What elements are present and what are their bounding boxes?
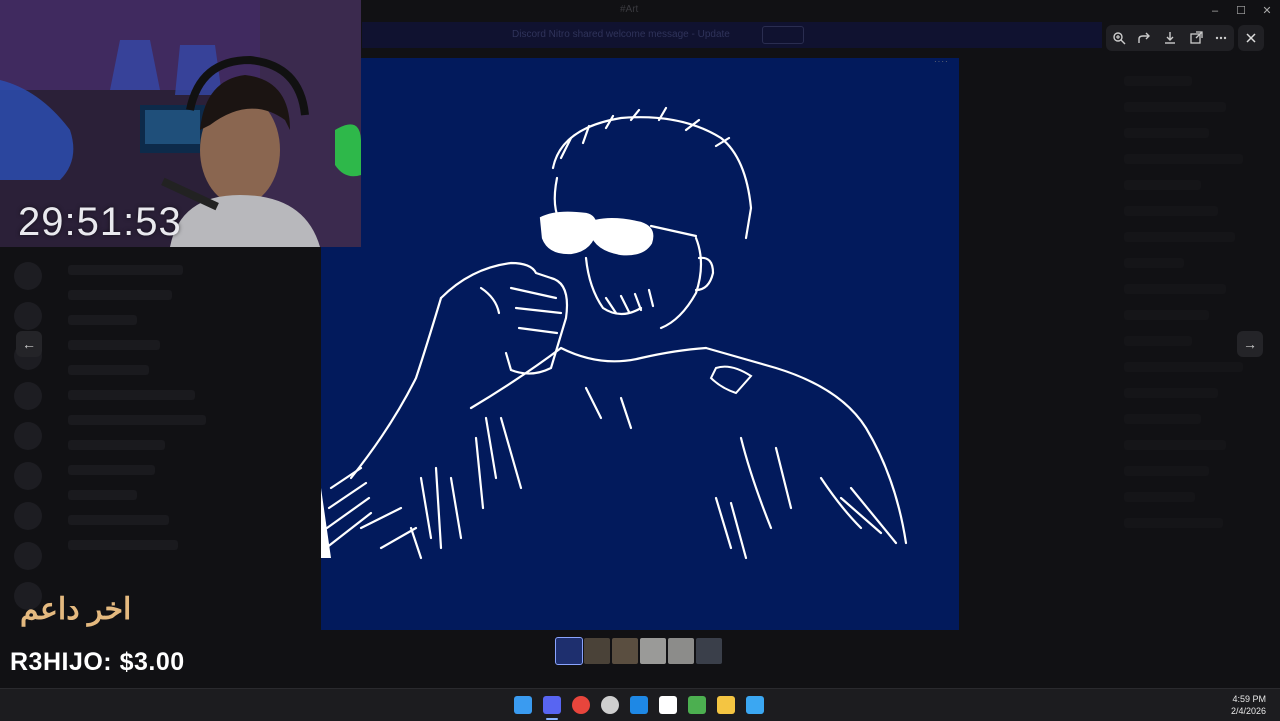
open-external-icon (1189, 31, 1203, 44)
window-title: #Art (620, 4, 639, 15)
stream-timer: 29:51:53 (18, 200, 182, 244)
forward-button[interactable] (1134, 28, 1154, 48)
window-close-icon[interactable]: ✕ (1254, 0, 1280, 22)
image-options-icon: ···· (934, 57, 949, 66)
discord-icon[interactable] (543, 696, 561, 714)
zoom-in-button[interactable] (1109, 28, 1129, 48)
minecraft-icon[interactable] (688, 696, 706, 714)
windows-start-icon[interactable] (514, 696, 532, 714)
arrow-right-icon: → (1243, 336, 1257, 352)
thumbnail-strip (555, 637, 722, 665)
thumbnail-4[interactable] (640, 638, 666, 664)
more-button[interactable] (1211, 28, 1231, 48)
previous-image-button[interactable]: ← (16, 331, 42, 357)
clock-date: 2/4/2026 (1230, 706, 1266, 716)
close-icon (1246, 33, 1256, 43)
background-banner: Discord Nitro shared welcome message - U… (362, 22, 1102, 48)
banner-text: Discord Nitro shared welcome message - U… (512, 29, 730, 40)
window-controls: – ☐ ✕ (1202, 0, 1280, 22)
artwork-image (321, 58, 959, 630)
webcam-overlay: 29:51:53 (0, 0, 361, 247)
taskbar: 4:59 PM 2/4/2026 (0, 688, 1280, 721)
last-donor-amount: R3HIJO: $3.00 (10, 648, 185, 676)
download-button[interactable] (1160, 28, 1180, 48)
thumbnail-2[interactable] (584, 638, 610, 664)
open-external-button[interactable] (1186, 28, 1206, 48)
arrow-left-icon: ← (22, 336, 36, 352)
thumbnail-5[interactable] (668, 638, 694, 664)
next-image-button[interactable]: → (1237, 331, 1263, 357)
minimize-icon[interactable]: – (1202, 0, 1228, 22)
forward-icon (1138, 32, 1151, 43)
chrome-icon[interactable] (572, 696, 590, 714)
zoom-in-icon (1113, 32, 1126, 45)
sketch-portrait (321, 106, 908, 560)
viewer-toolbar (1106, 25, 1234, 51)
close-viewer-button[interactable] (1238, 25, 1264, 51)
thumbnail-6[interactable] (696, 638, 722, 664)
app-icon[interactable] (659, 696, 677, 714)
clock-time: 4:59 PM (1232, 694, 1266, 704)
download-icon (1164, 32, 1175, 44)
more-icon (1215, 36, 1227, 40)
edge-icon[interactable] (630, 696, 648, 714)
last-donor-label: اخر داعم (20, 593, 132, 626)
maximize-icon[interactable]: ☐ (1228, 0, 1254, 22)
system-clock[interactable]: 4:59 PM 2/4/2026 (1231, 693, 1266, 717)
file-explorer-icon[interactable] (717, 696, 735, 714)
member-list (1110, 60, 1280, 680)
photos-icon[interactable] (746, 696, 764, 714)
obs-icon[interactable] (601, 696, 619, 714)
thumbnail-1[interactable] (555, 637, 583, 665)
banner-button (762, 26, 804, 44)
thumbnail-3[interactable] (612, 638, 638, 664)
